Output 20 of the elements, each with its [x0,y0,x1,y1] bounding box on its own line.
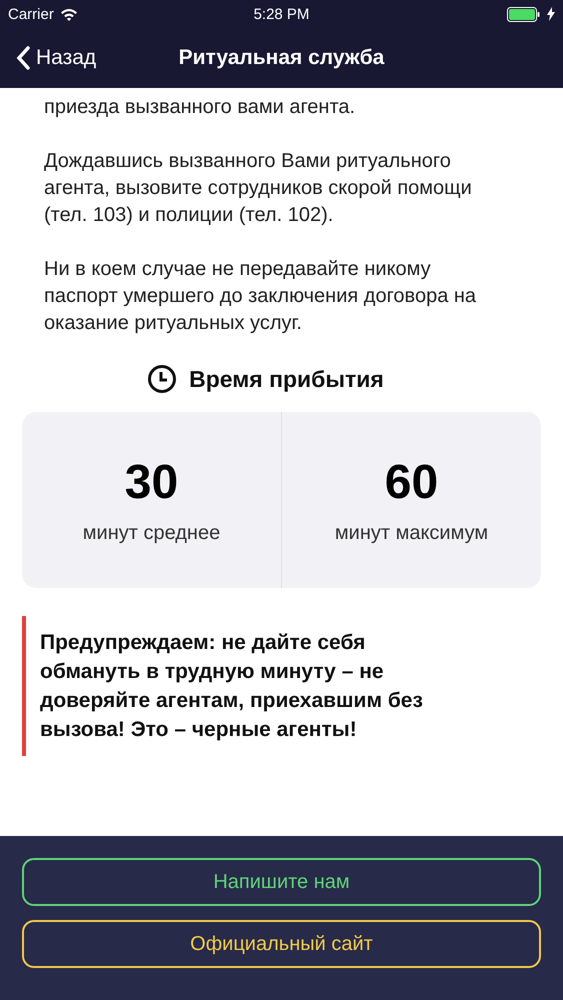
body-paragraph: Ни в коем случае не передавайте никому паспорт умершего до заключения договора на оказание ритуальных услуг. [44,257,478,336]
carrier-label: Carrier [8,6,54,22]
screen-title: Ритуальная служба [178,46,384,70]
action-button[interactable]: Официальный сайт [22,920,541,968]
chevron-left-icon [16,46,30,70]
body-paragraph: Дождавшись вызванного Вами ритуального агента, вызовите сотрудников скорой помощи (тел. 103) и полиции (тел. 102). [44,149,473,228]
stat-value: 30 [124,455,178,510]
action-button[interactable]: Напишите нам [22,858,541,906]
status-time: 5:28 PM [254,6,310,22]
stat-label: минут среднее [82,522,220,545]
body-paragraph: приезда вызванного вами агента. [44,95,356,120]
wifi-icon [60,8,78,20]
stat-value: 60 [384,455,438,510]
clock-icon [147,364,178,394]
warning-note: Предупреждаем: не дайте себя обмануть в трудную минуту – не доверяйте агентам, приехавшим без вызова! Это – черные агенты! [22,616,461,756]
back-button[interactable]: Назад [0,46,96,70]
stat-label: минут максимум [334,522,488,545]
charging-icon [547,7,555,21]
battery-icon [507,6,541,22]
section-title: Время прибытия [189,366,384,392]
